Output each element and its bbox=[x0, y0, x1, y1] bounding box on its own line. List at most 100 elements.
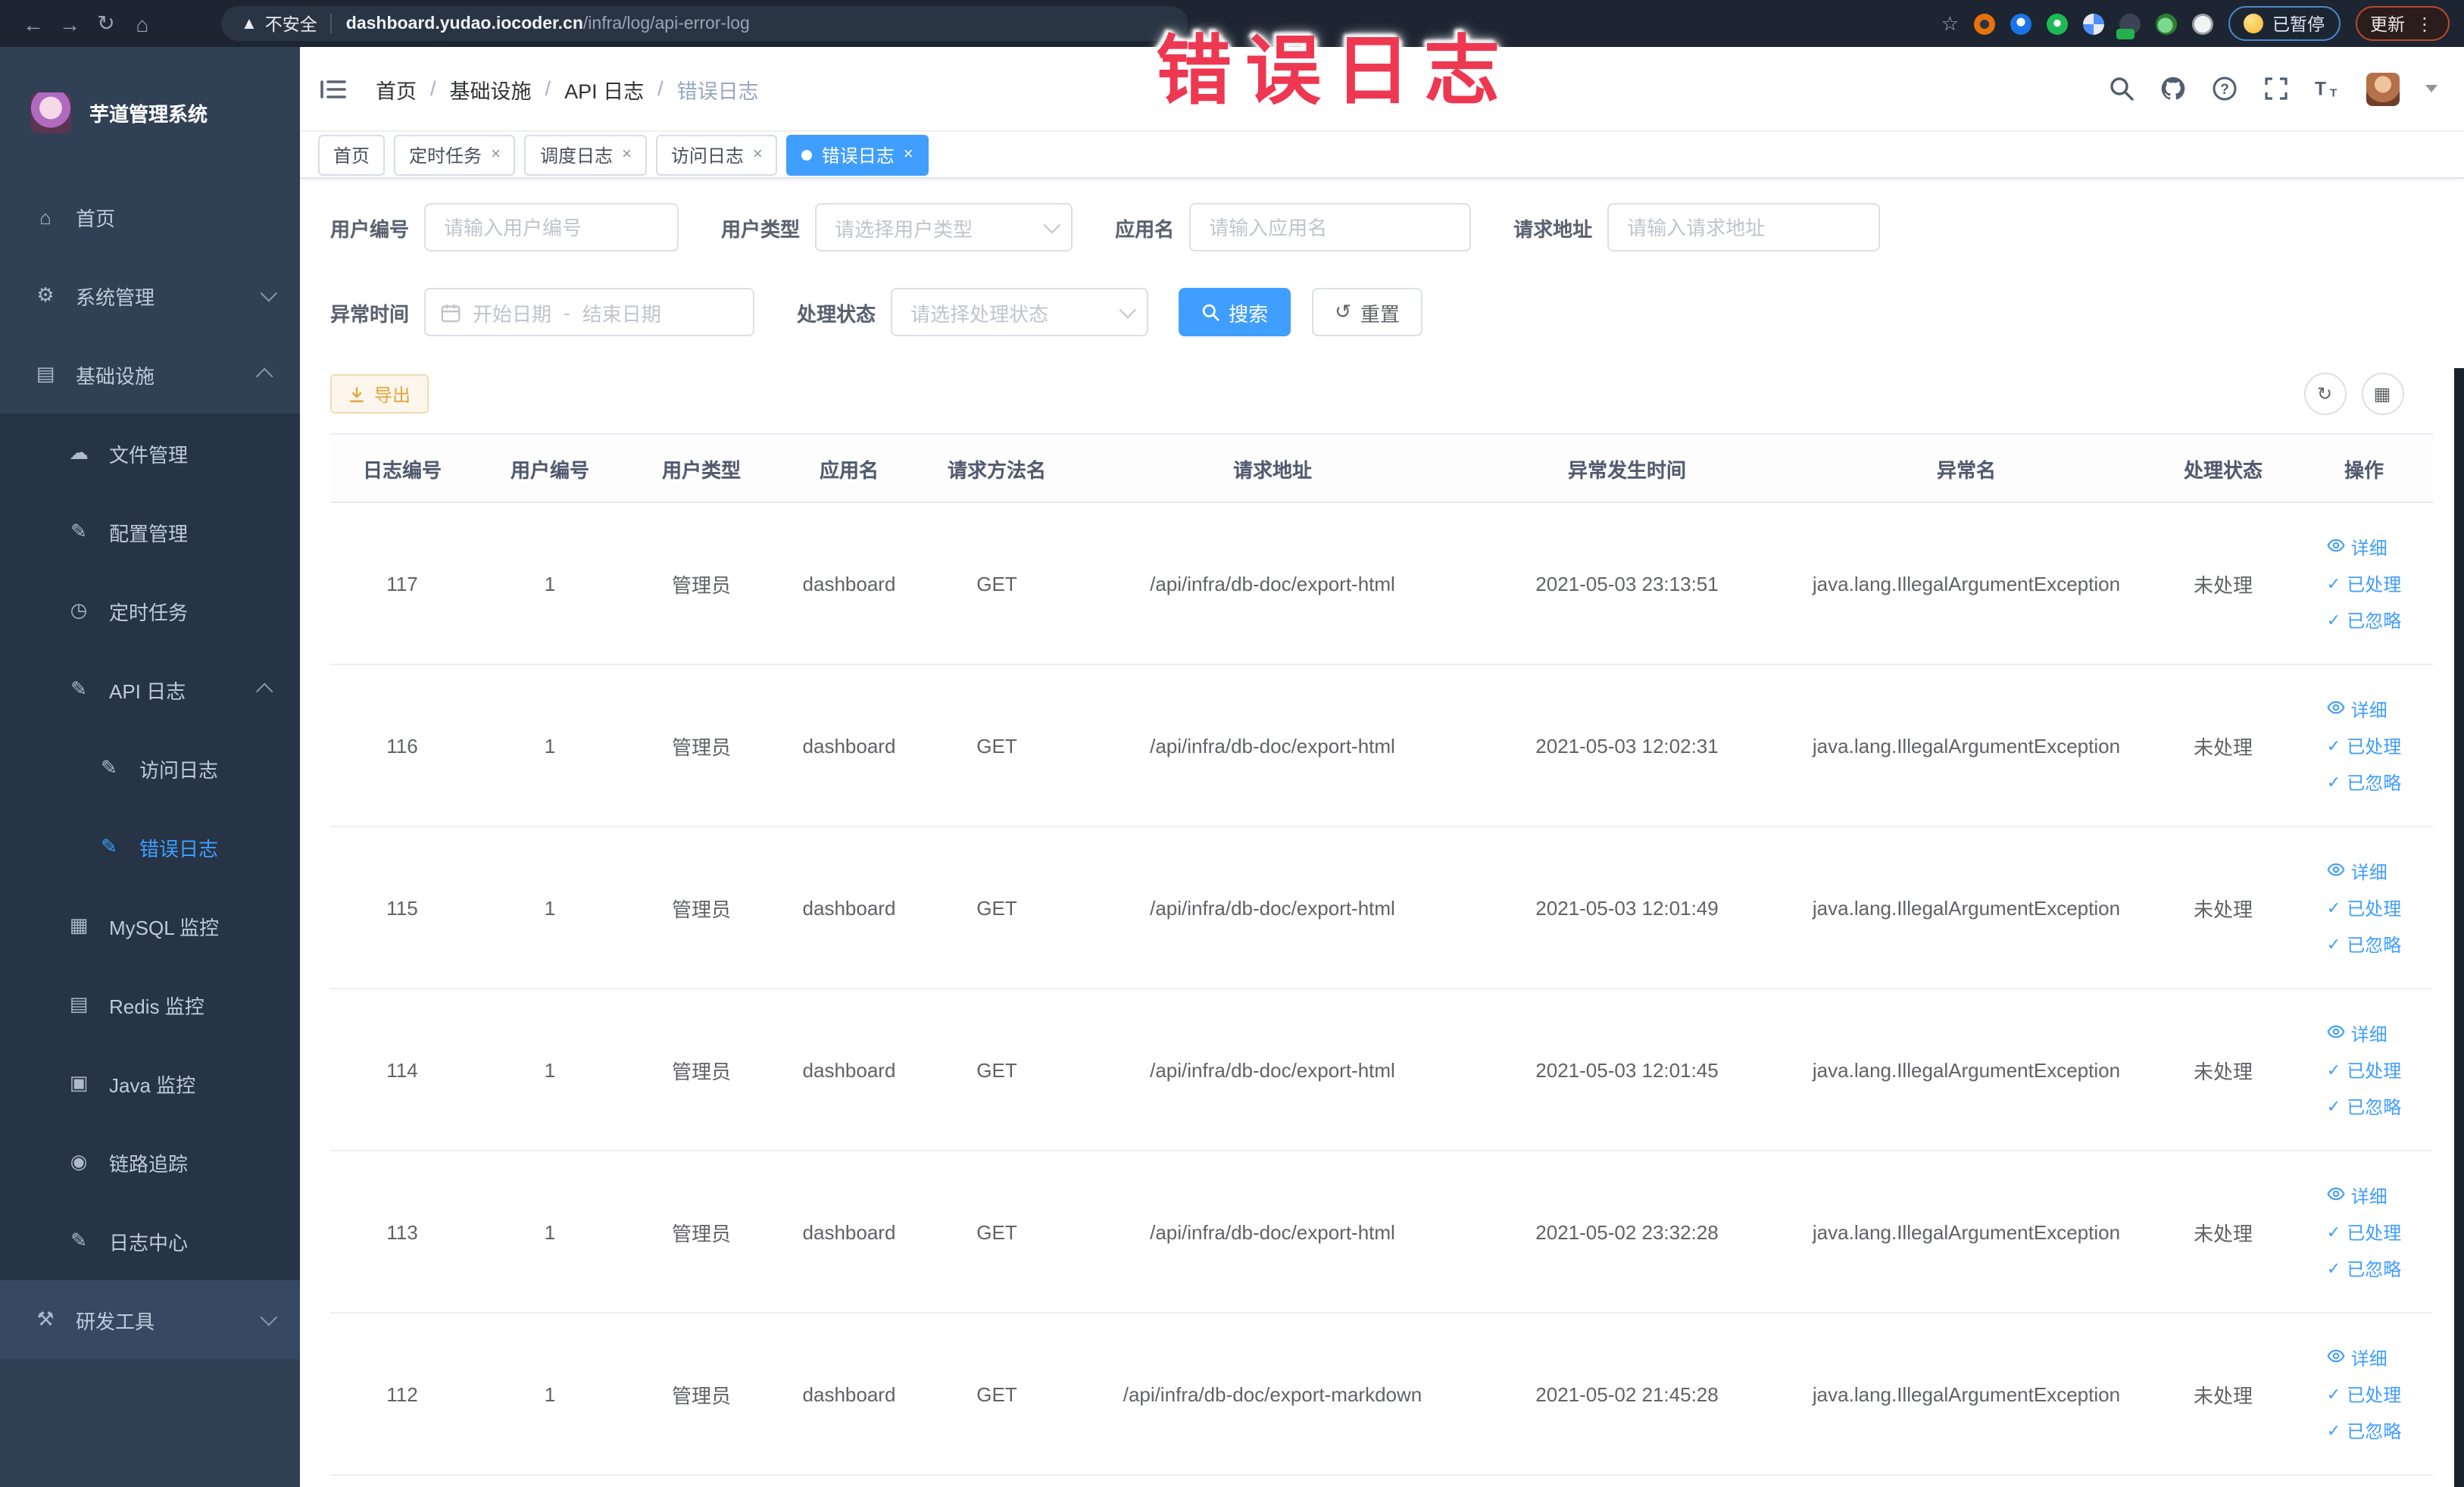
search-button[interactable]: 搜索 bbox=[1179, 288, 1291, 336]
sidebar-item-api-log[interactable]: ✎ API 日志 bbox=[0, 650, 300, 729]
column-header: 请求地址 bbox=[1073, 434, 1472, 503]
breadcrumb-item[interactable]: API 日志 bbox=[564, 73, 644, 104]
sidebar-item-trace[interactable]: ◉ 链路追踪 bbox=[0, 1123, 300, 1201]
cell-exception: java.lang.IllegalArgumentException bbox=[1782, 1313, 2151, 1476]
sidebar-item-log-center[interactable]: ✎ 日志中心 bbox=[0, 1201, 300, 1280]
browser-menu-icon[interactable]: ⋮ bbox=[2416, 13, 2434, 34]
process-status-select[interactable]: 请选择处理状态 bbox=[891, 288, 1149, 336]
tab-调度日志[interactable]: 调度日志 × bbox=[524, 134, 647, 175]
forward-icon[interactable]: → bbox=[52, 11, 88, 36]
table-row: 114 1 管理员 dashboard GET/api/infra/db-doc/exp… bbox=[330, 989, 2433, 1151]
tab-访问日志[interactable]: 访问日志 × bbox=[655, 134, 778, 175]
breadcrumb-item[interactable]: 首页 bbox=[376, 73, 417, 104]
cell-user_type: 管理员 bbox=[626, 1151, 777, 1314]
sidebar-logo-row[interactable]: 芋道管理系统 bbox=[0, 47, 300, 177]
close-tab-icon[interactable]: × bbox=[491, 145, 501, 164]
breadcrumb-item[interactable]: 基础设施 bbox=[450, 73, 532, 104]
user-menu-caret-icon[interactable] bbox=[2425, 85, 2437, 92]
check-icon: ✓ bbox=[2326, 575, 2341, 593]
sidebar-item-scheduled-jobs[interactable]: ◷ 定时任务 bbox=[0, 571, 300, 650]
sidebar-item-dev-tools[interactable]: ⚒ 研发工具 bbox=[0, 1280, 300, 1359]
user-type-select[interactable]: 请选择用户类型 bbox=[815, 203, 1073, 251]
sidebar-item-system-mgmt[interactable]: ⚙ 系统管理 bbox=[0, 256, 300, 335]
column-settings-button[interactable]: ▦ bbox=[2361, 373, 2403, 415]
extension-icon-1[interactable] bbox=[1974, 13, 1995, 34]
action-detail[interactable]: 详细 bbox=[2327, 858, 2387, 884]
action-ignored[interactable]: ✓ 已忽略 bbox=[2327, 1417, 2401, 1443]
action-processed[interactable]: ✓ 已处理 bbox=[2327, 733, 2401, 758]
sidebar-item-home[interactable]: ⌂ 首页 bbox=[0, 177, 300, 256]
close-tab-icon[interactable]: × bbox=[622, 145, 632, 164]
action-ignored[interactable]: ✓ 已忽略 bbox=[2327, 769, 2401, 795]
back-icon[interactable]: ← bbox=[15, 11, 52, 36]
address-bar[interactable]: ▲ 不安全 dashboard.yudao.iocoder.cn/infra/l… bbox=[221, 6, 1188, 41]
fullscreen-icon[interactable] bbox=[2263, 76, 2288, 102]
export-button[interactable]: 导出 bbox=[330, 374, 429, 414]
cell-user_id: 1 bbox=[474, 1151, 626, 1314]
reload-icon[interactable]: ↻ bbox=[88, 11, 124, 36]
cell-user_id: 1 bbox=[474, 1313, 626, 1476]
sidebar-item-file-mgmt[interactable]: ☁ 文件管理 bbox=[0, 414, 300, 492]
action-processed[interactable]: ✓ 已处理 bbox=[2327, 1057, 2401, 1082]
close-tab-icon[interactable]: × bbox=[753, 145, 763, 164]
action-processed[interactable]: ✓ 已处理 bbox=[2327, 1219, 2401, 1245]
filter-process-status: 处理状态 请选择处理状态 bbox=[797, 288, 1149, 336]
user-id-input[interactable] bbox=[424, 203, 679, 251]
user-avatar[interactable] bbox=[2366, 72, 2399, 105]
browser-update-button[interactable]: 更新 ⋮ bbox=[2355, 6, 2449, 41]
chart-icon: ▦ bbox=[69, 914, 89, 936]
action-detail[interactable]: 详细 bbox=[2327, 696, 2387, 722]
bookmark-star-icon[interactable]: ☆ bbox=[1941, 11, 1959, 36]
action-detail[interactable]: 详细 bbox=[2327, 534, 2387, 560]
action-processed[interactable]: ✓ 已处理 bbox=[2327, 570, 2401, 596]
cell-url: /api/infra/db-doc/export-markdown bbox=[1073, 1313, 1472, 1476]
extension-icon-7[interactable] bbox=[2192, 13, 2213, 34]
tab-首页[interactable]: 首页 bbox=[318, 134, 386, 175]
action-ignored[interactable]: ✓ 已忽略 bbox=[2327, 1093, 2401, 1119]
sidebar-item-java-monitor[interactable]: ▣ Java 监控 bbox=[0, 1044, 300, 1123]
tab-定时任务[interactable]: 定时任务 × bbox=[394, 134, 516, 175]
home-icon[interactable]: ⌂ bbox=[124, 11, 161, 36]
refresh-button[interactable]: ↻ bbox=[2303, 373, 2346, 415]
action-processed[interactable]: ✓ 已处理 bbox=[2327, 1381, 2401, 1407]
extension-icon-4[interactable] bbox=[2083, 13, 2104, 34]
extension-icon-5[interactable] bbox=[2116, 13, 2141, 39]
app-name-input[interactable] bbox=[1189, 203, 1472, 251]
column-header: 操作 bbox=[2295, 434, 2433, 503]
action-detail[interactable]: 详细 bbox=[2327, 1020, 2387, 1046]
search-icon[interactable] bbox=[2108, 76, 2134, 102]
action-ignored[interactable]: ✓ 已忽略 bbox=[2327, 1255, 2401, 1281]
cell-app_name: dashboard bbox=[777, 989, 921, 1151]
help-icon[interactable]: ? bbox=[2211, 76, 2237, 102]
sidebar-item-label: 研发工具 bbox=[76, 1310, 155, 1332]
font-size-icon[interactable]: T T bbox=[2314, 76, 2340, 102]
sidebar-item-infrastructure[interactable]: ▤ 基础设施 bbox=[0, 335, 300, 414]
collapse-sidebar-icon[interactable] bbox=[318, 73, 348, 104]
action-ignored[interactable]: ✓ 已忽略 bbox=[2327, 931, 2401, 957]
scrollbar-thumb[interactable] bbox=[2453, 368, 2464, 1487]
column-header: 应用名 bbox=[777, 434, 921, 503]
reset-button[interactable]: ↺ 重置 bbox=[1312, 288, 1422, 336]
sidebar-item-redis-monitor[interactable]: ▤ Redis 监控 bbox=[0, 965, 300, 1044]
table-row: 112 1 管理员 dashboard GET/api/infra/db-doc/exp… bbox=[330, 1313, 2433, 1476]
close-tab-icon[interactable]: × bbox=[904, 145, 913, 164]
github-icon[interactable] bbox=[2160, 76, 2185, 102]
sidebar-item-config-mgmt[interactable]: ✎ 配置管理 bbox=[0, 492, 300, 571]
edit-icon: ✎ bbox=[70, 520, 87, 542]
extension-icon-6[interactable] bbox=[2156, 13, 2177, 34]
request-url-input[interactable] bbox=[1607, 203, 1881, 251]
extension-icon-3[interactable] bbox=[2047, 13, 2068, 34]
action-processed[interactable]: ✓ 已处理 bbox=[2327, 895, 2401, 920]
sidebar-item-access-log[interactable]: ✎ 访问日志 bbox=[0, 729, 300, 808]
sidebar-item-mysql-monitor[interactable]: ▦ MySQL 监控 bbox=[0, 886, 300, 965]
paused-extension-button[interactable]: 已暂停 bbox=[2228, 6, 2340, 41]
tab-错误日志[interactable]: 错误日志 × bbox=[786, 134, 929, 175]
extension-icon-2[interactable] bbox=[2010, 13, 2031, 34]
action-detail[interactable]: 详细 bbox=[2327, 1182, 2387, 1208]
row-actions: 详细 ✓ 已处理 ✓ 已忽略 bbox=[2327, 1182, 2401, 1281]
date-range-picker[interactable]: 开始日期 - 结束日期 bbox=[424, 288, 755, 336]
sidebar-item-error-log[interactable]: ✎ 错误日志 bbox=[0, 808, 300, 886]
action-detail[interactable]: 详细 bbox=[2327, 1345, 2387, 1370]
app-title: 芋道管理系统 bbox=[89, 102, 208, 125]
action-ignored[interactable]: ✓ 已忽略 bbox=[2327, 607, 2401, 633]
